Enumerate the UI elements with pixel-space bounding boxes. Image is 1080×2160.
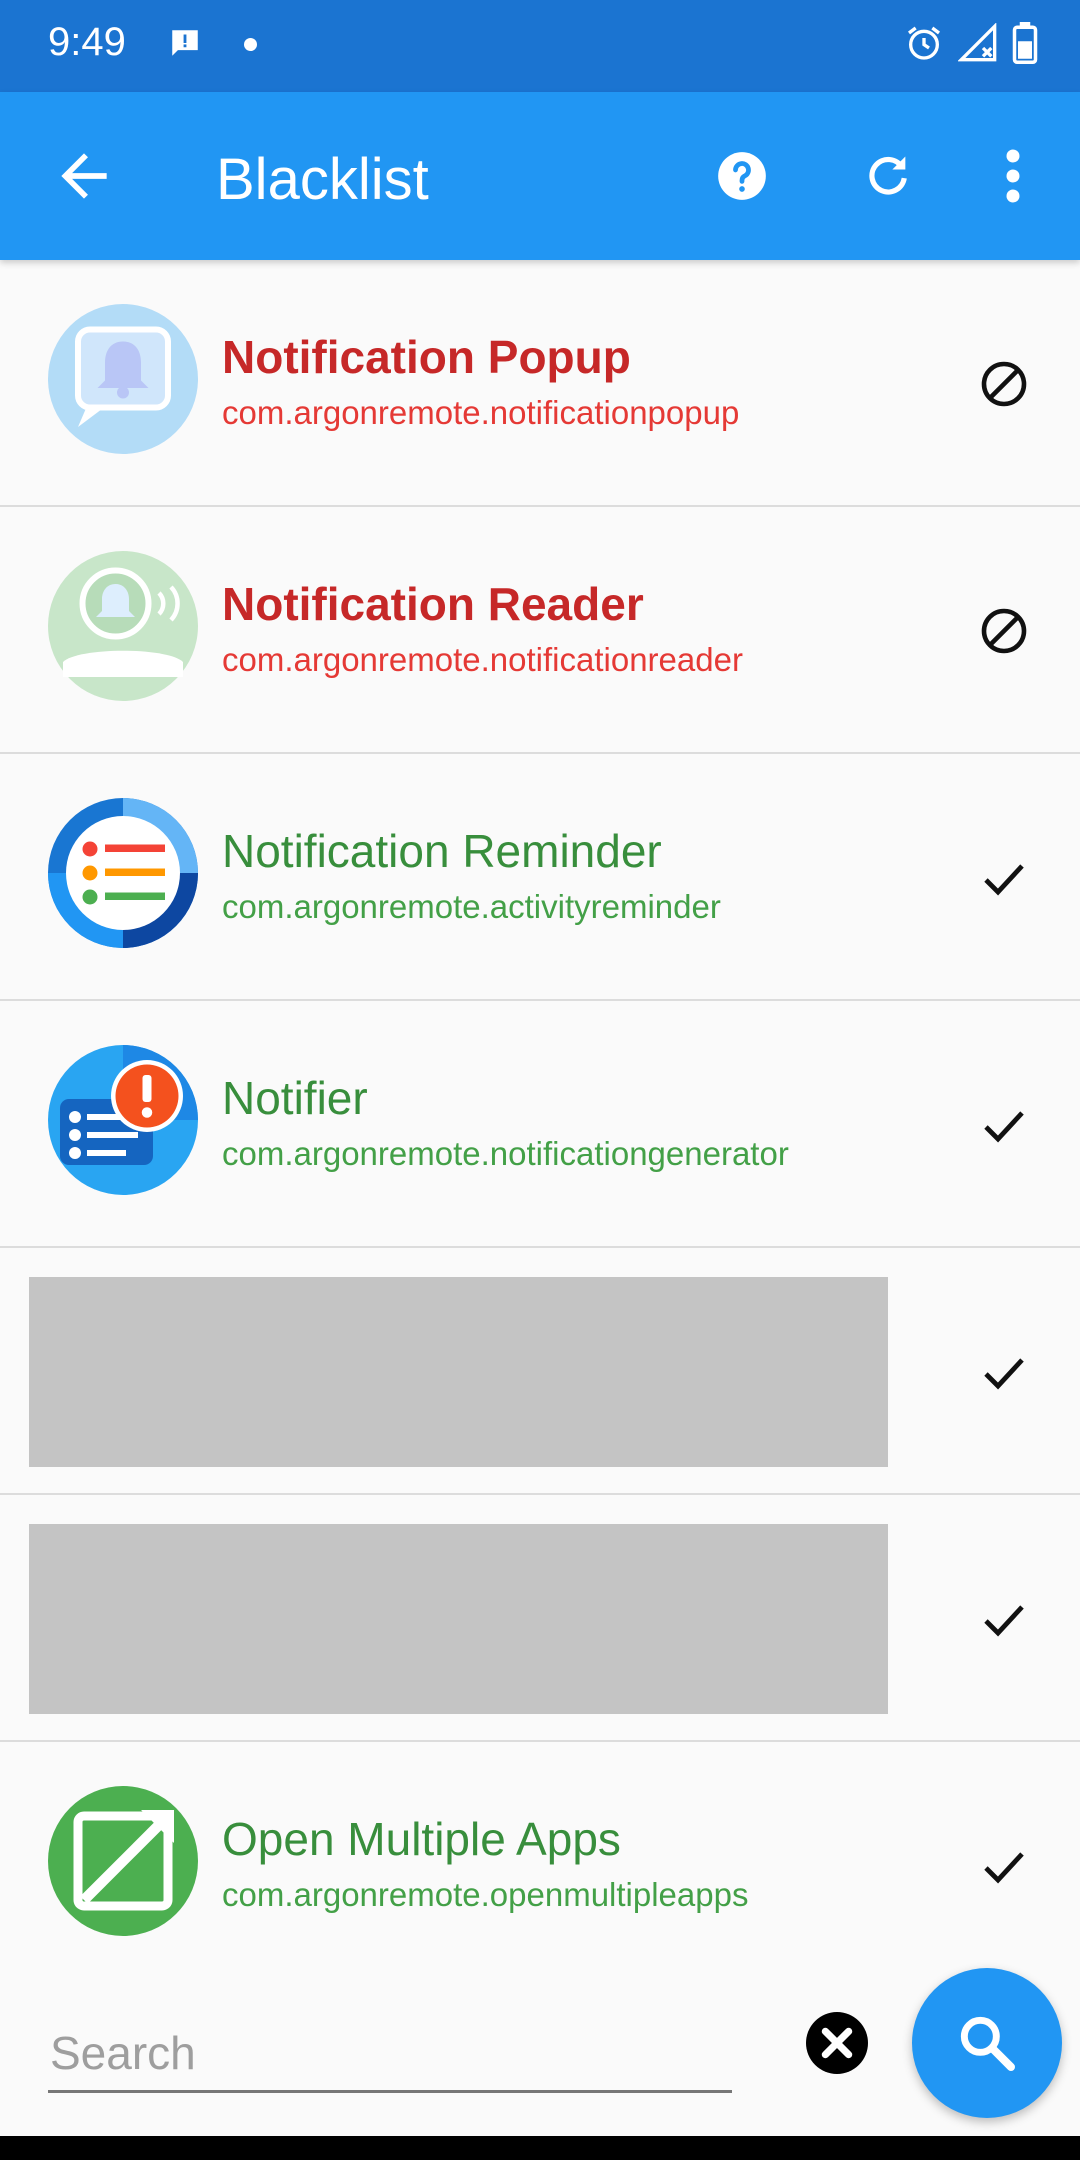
- app-name: Notification Reminder: [222, 825, 662, 877]
- check-icon[interactable]: [980, 854, 1028, 902]
- dot-icon: [244, 38, 257, 51]
- battery-icon: [1012, 22, 1038, 64]
- app-name: Open Multiple Apps: [222, 1813, 621, 1865]
- refresh-icon[interactable]: [862, 150, 914, 202]
- app-name: Notification Popup: [222, 331, 631, 383]
- blocked-icon[interactable]: [980, 360, 1028, 408]
- search-icon: [960, 2016, 1015, 2071]
- alarm-icon: [908, 26, 940, 60]
- check-icon[interactable]: [980, 1101, 1028, 1149]
- search-input[interactable]: [48, 2022, 736, 2084]
- list-item[interactable]: Open Multiple Apps com.argonremote.openm…: [0, 1742, 1080, 1989]
- app-package: com.argonremote.notificationgenerator: [222, 1135, 789, 1172]
- search-field: [48, 2010, 736, 2093]
- status-time: 9:49: [48, 20, 126, 64]
- app-package: com.argonremote.activityreminder: [222, 888, 721, 925]
- app-name: Notification Reader: [222, 578, 644, 630]
- help-icon[interactable]: [716, 150, 768, 202]
- back-arrow-icon[interactable]: [50, 142, 118, 210]
- search-button[interactable]: [912, 1968, 1062, 2118]
- list-item[interactable]: Notifier com.argonremote.notificationgen…: [0, 1001, 1080, 1248]
- app-bar: Blacklist: [0, 92, 1080, 260]
- page-title: Blacklist: [216, 147, 429, 212]
- check-icon[interactable]: [980, 1595, 1028, 1643]
- more-vert-icon[interactable]: [990, 146, 1036, 206]
- system-nav-bar: [0, 2136, 1080, 2160]
- list-item[interactable]: Notification Reminder com.argonremote.ac…: [0, 754, 1080, 1001]
- redacted-block: [29, 1524, 888, 1714]
- app-list: Notification Popup com.argonremote.notif…: [0, 260, 1080, 1989]
- open-multiple-apps-app-icon: [48, 1786, 198, 1936]
- check-icon[interactable]: [980, 1842, 1028, 1890]
- notification-reader-app-icon: [48, 551, 198, 701]
- notification-popup-app-icon: [48, 304, 198, 454]
- app-package: com.argonremote.notificationreader: [222, 641, 743, 678]
- app-name: Notifier: [222, 1072, 368, 1124]
- list-item[interactable]: Notification Popup com.argonremote.notif…: [0, 260, 1080, 507]
- list-item[interactable]: [0, 1495, 1080, 1742]
- list-item[interactable]: Notification Reader com.argonremote.noti…: [0, 507, 1080, 754]
- message-alert-icon: [172, 30, 198, 56]
- notification-reminder-app-icon: [48, 798, 198, 948]
- status-bar: 9:49: [0, 0, 1080, 92]
- signal-no-data-icon: [958, 23, 997, 62]
- blocked-icon[interactable]: [980, 607, 1028, 655]
- list-item[interactable]: [0, 1248, 1080, 1495]
- notifier-app-icon: [48, 1045, 198, 1195]
- app-package: com.argonremote.openmultipleapps: [222, 1876, 749, 1913]
- clear-search-icon[interactable]: [806, 2012, 868, 2074]
- redacted-block: [29, 1277, 888, 1467]
- app-package: com.argonremote.notificationpopup: [222, 394, 740, 431]
- check-icon[interactable]: [980, 1348, 1028, 1396]
- status-icons: [904, 22, 1038, 64]
